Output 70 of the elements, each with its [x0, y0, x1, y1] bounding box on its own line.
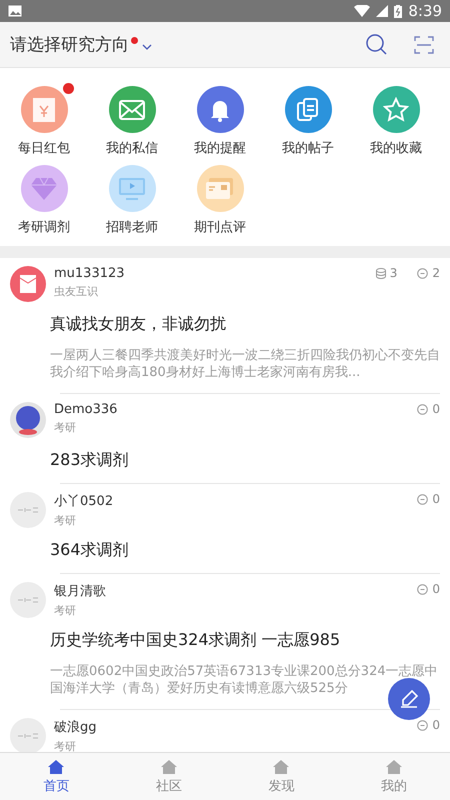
card-icon — [205, 176, 235, 200]
post-excerpt: 一志愿0602中国史政治57英语67313专业课200总分324一志愿中国海洋大学（青岛）爱好历史有读博意愿六级525分 — [50, 663, 439, 697]
battery-icon — [394, 4, 402, 18]
board-name: 虫友互识 — [54, 284, 98, 299]
chevron-down-icon[interactable] — [142, 44, 152, 50]
comment-icon — [417, 404, 428, 414]
home-icon — [47, 758, 66, 774]
comment-icon — [417, 584, 428, 594]
diamond-icon — [30, 176, 58, 200]
user-name[interactable]: Demo336 — [54, 402, 118, 417]
avatar — [10, 266, 46, 302]
comment-value: 0 — [432, 492, 440, 506]
mail-icon — [119, 100, 145, 120]
post-excerpt: 一屋两人三餐四季共渡美好时光一波二绕三折四险我仍初心不变先自我介绍下哈身高180身材好上海博士老家河南有房我... — [50, 347, 440, 381]
star-icon — [383, 96, 409, 122]
shortcut-label[interactable]: 期刊点评 — [194, 218, 246, 236]
avatar — [10, 402, 46, 438]
nav-tab[interactable]: 首页 — [0, 753, 112, 800]
envelope-icon — [32, 96, 56, 122]
home-icon — [384, 758, 403, 774]
post-title[interactable]: 283求调剂 — [50, 450, 440, 471]
scan-icon[interactable] — [414, 36, 434, 54]
comment-icon — [417, 720, 428, 730]
signal-icon — [376, 5, 388, 17]
post-title[interactable]: 历史学统考中国史324求调剂 一志愿985 — [50, 630, 440, 651]
wifi-icon — [354, 5, 370, 17]
avatar — [10, 492, 46, 528]
board-name: 考研 — [54, 513, 76, 528]
user-name[interactable]: 小丫0502 — [54, 492, 114, 510]
shortcut-icon[interactable] — [284, 86, 332, 133]
shortcut-label[interactable]: 招聘老师 — [106, 218, 158, 236]
shortcut-label[interactable]: 每日红包 — [18, 139, 70, 157]
user-name[interactable]: 银月清歌 — [54, 582, 106, 600]
comment-value: 0 — [432, 582, 440, 596]
post-title[interactable]: 真诚找女朋友，非诚勿扰 — [50, 314, 440, 335]
shortcut-icon[interactable] — [108, 86, 156, 133]
shortcut-icon[interactable] — [196, 86, 244, 133]
coin-value: 3 — [390, 266, 398, 280]
coins-icon — [376, 268, 386, 278]
status-time: 8:39 — [408, 2, 442, 20]
shortcut-icon[interactable] — [108, 165, 156, 212]
shortcut-label[interactable]: 我的提醒 — [194, 139, 246, 157]
home-icon — [160, 758, 178, 774]
shortcut-icon[interactable] — [20, 86, 68, 133]
pencil-icon — [399, 689, 419, 709]
compose-button[interactable] — [388, 678, 430, 720]
monitor-icon — [118, 176, 146, 200]
search-icon[interactable] — [366, 34, 388, 56]
user-name[interactable]: mu133123 — [54, 266, 125, 281]
post-title[interactable]: 364求调剂 — [50, 540, 440, 561]
board-name: 考研 — [54, 420, 76, 435]
shortcut-label[interactable]: 我的私信 — [106, 139, 158, 157]
documents-icon — [297, 98, 319, 122]
user-name[interactable]: 破浪gg — [54, 718, 97, 736]
shortcut-label[interactable]: 我的收藏 — [370, 139, 422, 157]
comment-value: 0 — [432, 718, 440, 732]
shortcut-label[interactable]: 考研调剂 — [18, 218, 70, 236]
comment-icon — [417, 268, 428, 278]
comment-value: 2 — [432, 266, 440, 280]
shortcut-icon[interactable] — [372, 86, 420, 133]
board-name: 考研 — [54, 739, 76, 754]
comment-icon — [417, 494, 428, 504]
comment-value: 0 — [432, 402, 440, 416]
shortcut-icon[interactable] — [20, 165, 68, 212]
board-name: 考研 — [54, 603, 76, 618]
shortcut-label[interactable]: 我的帖子 — [282, 139, 334, 157]
direction-selector[interactable]: 请选择研究方向 — [10, 33, 129, 56]
home-icon — [272, 758, 290, 774]
avatar — [10, 582, 46, 618]
image-icon — [8, 5, 22, 17]
